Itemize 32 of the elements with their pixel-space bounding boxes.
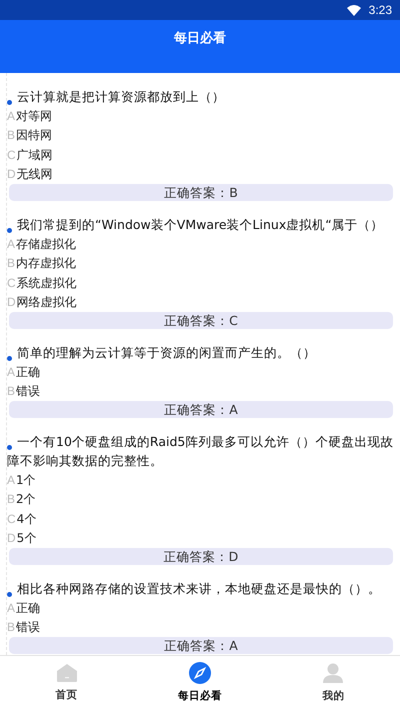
answer-option[interactable]: A对等网 — [7, 106, 52, 126]
answer-option[interactable]: B2个 — [7, 490, 36, 509]
correct-answer-bar: 正确答案：A — [9, 637, 393, 654]
answer-option[interactable]: D 5个 — [7, 528, 36, 548]
nav-tab[interactable]: 我的 — [266, 656, 400, 710]
answer-option[interactable]: B错误 — [7, 382, 40, 401]
correct-answer-bar: 正确答案：A — [9, 401, 393, 418]
question-text: 简单的理解为云计算等于资源的闲置而产生的。（） — [7, 343, 394, 362]
wifi-icon — [346, 4, 361, 16]
answer-option[interactable]: D无线网 — [7, 164, 53, 184]
answer-option[interactable]: B 因特网 — [7, 126, 52, 145]
answer-option[interactable]: D 网络虚拟化 — [7, 292, 77, 312]
clock-time: 3:23 — [368, 2, 392, 19]
answer-option[interactable]: A正确 — [7, 598, 40, 618]
correct-answer-bar: 正确答案：B — [9, 184, 393, 201]
correct-answer-bar: 正确答案：C — [9, 312, 393, 329]
answer-option[interactable]: A1个 — [7, 470, 36, 490]
answer-option[interactable]: C4个 — [7, 509, 36, 528]
header-title: 每日必看 — [174, 30, 226, 48]
answer-option[interactable]: B错误 — [7, 618, 40, 637]
nav-tab[interactable]: 首页 — [0, 656, 134, 710]
question-text: 云计算就是把计算资源都放到上（） — [7, 87, 394, 106]
question-text: 一个有10个硬盘组成的Raid5阵列最多可以允许（）个硬盘出现故障不影响其数据的完整性。 — [7, 433, 394, 470]
question-text: 相比各种网路存储的设置技术来讲，本地硬盘还是最快的（）。 — [7, 579, 394, 598]
question-text: 我们常提到的“Window装个VMware装个Linux虚拟机“属于（） — [7, 215, 394, 234]
answer-option[interactable]: B 内存虚拟化 — [7, 254, 76, 273]
answer-option[interactable]: A正确 — [7, 362, 40, 382]
nav-tab[interactable]: 每日必看 — [133, 656, 267, 710]
answer-option[interactable]: C广域网 — [7, 145, 53, 164]
correct-answer-bar: 正确答案：D — [9, 548, 393, 565]
answer-option[interactable]: C系统虚拟化 — [7, 273, 77, 292]
answer-option[interactable]: A存储虚拟化 — [7, 234, 76, 254]
